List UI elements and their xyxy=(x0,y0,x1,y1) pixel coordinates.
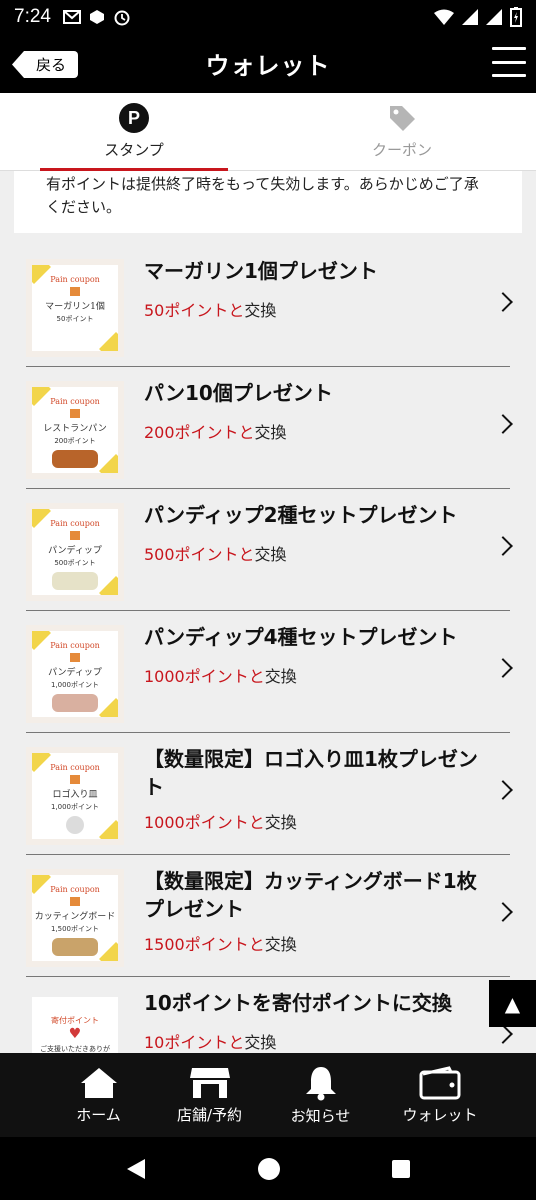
store-icon xyxy=(189,1067,230,1098)
app-icon xyxy=(89,9,104,24)
bread-image xyxy=(52,450,98,468)
back-button[interactable]: 戻る xyxy=(12,51,79,78)
wallet-tabs: P スタンプ クーポン xyxy=(0,93,536,171)
status-time: 7:24 xyxy=(14,5,51,27)
hamburger-menu-icon[interactable] xyxy=(492,45,526,79)
nav-home[interactable]: ホーム xyxy=(43,1053,154,1137)
reward-title: パンディップ4種セットプレゼント xyxy=(144,625,458,649)
dip-set-image xyxy=(52,694,98,712)
notice-text: 有ポイントは提供終了時をもって失効します。あらかじめご了承ください。 xyxy=(14,171,522,233)
tab-stamp-label: スタンプ xyxy=(104,141,164,159)
reward-thumbnail: Pain coupon レストランパン 200ポイント xyxy=(26,381,124,479)
reward-points: 1000ポイントと交換 xyxy=(144,813,297,832)
wifi-icon xyxy=(434,9,454,25)
reward-item[interactable]: Pain coupon マーガリン1個 50ポイント マーガリン1個プレゼント 5… xyxy=(26,245,513,367)
reward-thumbnail: Pain coupon パンディップ 1,000ポイント xyxy=(26,625,124,723)
reward-title: 10ポイントを寄付ポイントに交換 xyxy=(144,991,452,1015)
nav-notifications[interactable]: お知らせ xyxy=(265,1053,376,1137)
reward-points: 1000ポイントと交換 xyxy=(144,667,297,686)
bottom-navigation: ホーム 店舗/予約 お知らせ ウォレット xyxy=(0,1053,536,1137)
reward-points: 10ポイントと交換 xyxy=(144,1033,277,1052)
mail-icon xyxy=(62,9,81,24)
reward-points: 500ポイントと交換 xyxy=(144,545,287,564)
reward-points: 50ポイントと交換 xyxy=(144,301,277,320)
bell-icon xyxy=(305,1066,336,1100)
app-header: 戻る ウォレット xyxy=(0,33,536,93)
status-bar: 7:24 xyxy=(0,0,536,33)
dip-image xyxy=(52,572,98,590)
reward-thumbnail: Pain coupon カッティングボード 1,500ポイント xyxy=(26,869,124,967)
reward-points: 1500ポイントと交換 xyxy=(144,935,297,954)
notification-icons xyxy=(62,8,131,26)
home-circle-icon[interactable] xyxy=(257,1157,281,1181)
home-icon xyxy=(80,1067,117,1098)
tab-stamp[interactable]: P スタンプ xyxy=(0,93,268,171)
chevron-right-icon xyxy=(493,292,513,312)
tab-coupon[interactable]: クーポン xyxy=(268,93,536,171)
reward-title: パンディップ2種セットプレゼント xyxy=(144,503,458,527)
chevron-right-icon xyxy=(493,536,513,556)
tab-coupon-label: クーポン xyxy=(371,141,432,159)
reward-thumbnail: Pain coupon ロゴ入り皿 1,000ポイント xyxy=(26,747,124,845)
nav-wallet[interactable]: ウォレット xyxy=(376,1053,504,1137)
system-navigation-bar xyxy=(0,1137,536,1200)
reward-title: 【数量限定】カッティングボード1枚プレゼント xyxy=(144,869,477,921)
chevron-right-icon xyxy=(493,1024,513,1044)
scroll-to-top-button[interactable]: ▲ xyxy=(489,980,536,1027)
reward-item[interactable]: 寄付ポイント ♥ ご支援いただきありがとうございます 10ポイントを寄付ポイント… xyxy=(26,977,513,1053)
reward-thumbnail: 寄付ポイント ♥ ご支援いただきありがとうございます xyxy=(26,991,124,1053)
signal-icon-2 xyxy=(486,8,502,25)
chevron-right-icon xyxy=(493,902,513,922)
reward-title: 【数量限定】ロゴ入り皿1枚プレゼント xyxy=(144,747,478,799)
reward-title: マーガリン1個プレゼント xyxy=(144,259,378,283)
system-icons xyxy=(434,6,522,27)
signal-icon xyxy=(462,8,478,25)
tag-icon xyxy=(390,106,415,131)
reward-item[interactable]: Pain coupon パンディップ 1,000ポイント パンディップ4種セットプ… xyxy=(26,611,513,733)
chevron-right-icon xyxy=(493,658,513,678)
reward-item[interactable]: Pain coupon レストランパン 200ポイント パン10個プレゼント 20… xyxy=(26,367,513,489)
reward-thumbnail: Pain coupon マーガリン1個 50ポイント xyxy=(26,259,124,357)
reward-points: 200ポイントと交換 xyxy=(144,423,287,442)
p-icon: P xyxy=(119,103,149,133)
chevron-right-icon xyxy=(493,780,513,800)
recents-square-icon[interactable] xyxy=(391,1159,411,1179)
reward-item[interactable]: Pain coupon パンディップ 500ポイント パンディップ2種セットプレゼ… xyxy=(26,489,513,611)
page-title: ウォレット xyxy=(205,51,331,80)
reward-item[interactable]: Pain coupon ロゴ入り皿 1,000ポイント 【数量限定】ロゴ入り皿1枚… xyxy=(26,733,513,855)
plate-image xyxy=(66,816,84,834)
chevron-right-icon xyxy=(493,414,513,434)
board-image xyxy=(52,938,98,956)
alarm-icon xyxy=(114,10,130,25)
back-triangle-icon[interactable] xyxy=(125,1157,147,1181)
reward-item[interactable]: Pain coupon カッティングボード 1,500ポイント 【数量限定】カッテ… xyxy=(26,855,513,977)
reward-list: Pain coupon マーガリン1個 50ポイント マーガリン1個プレゼント 5… xyxy=(0,245,536,1053)
battery-icon xyxy=(510,6,522,27)
reward-title: パン10個プレゼント xyxy=(144,381,333,405)
wallet-icon xyxy=(419,1065,461,1099)
nav-store[interactable]: 店舗/予約 xyxy=(154,1053,265,1137)
reward-thumbnail: Pain coupon パンディップ 500ポイント xyxy=(26,503,124,601)
